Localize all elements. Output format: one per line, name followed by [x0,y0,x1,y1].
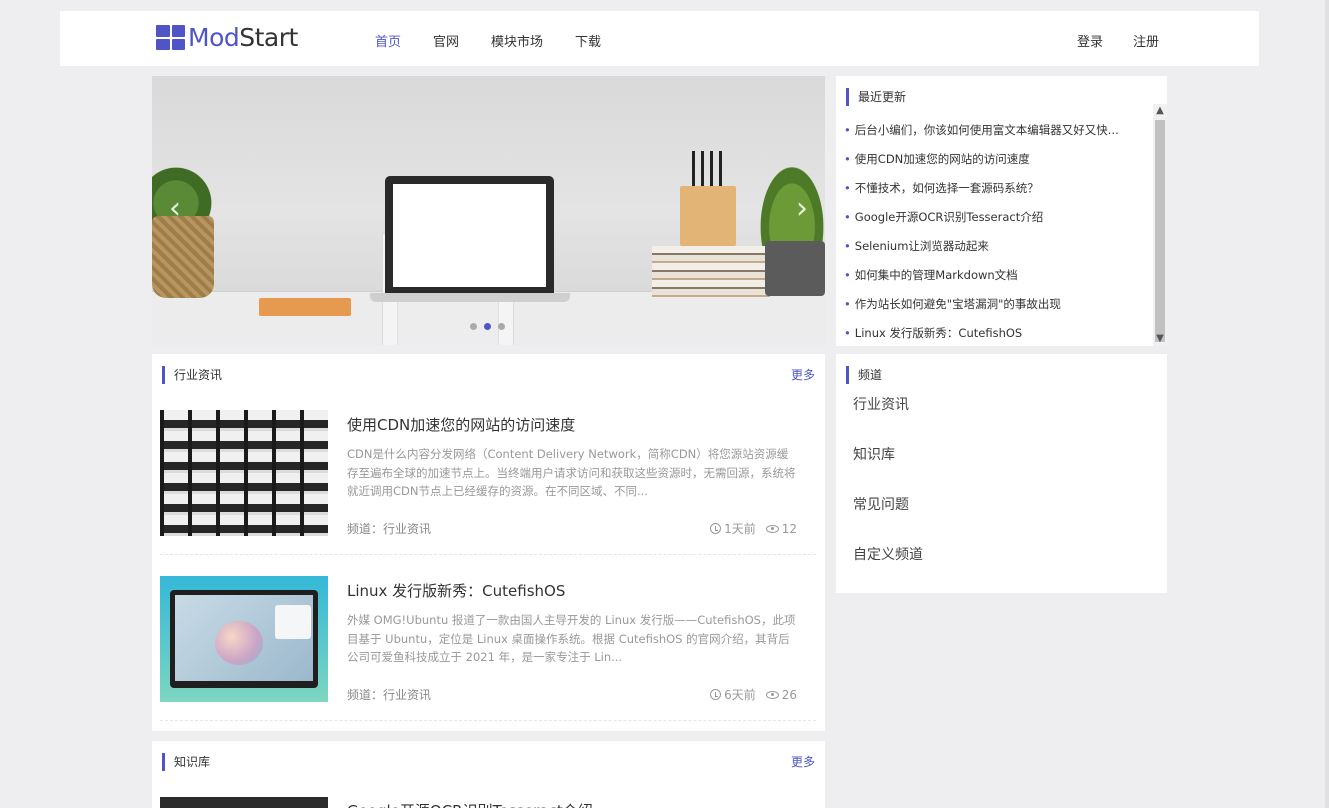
industry-news-panel: 行业资讯 更多 使用CDN加速您的网站的访问速度 CDN是什么内容分发网络（Co… [152,354,825,731]
article-channel-link[interactable]: 行业资讯 [383,522,431,536]
channel-item-faq[interactable]: 常见问题 [853,496,923,546]
eye-icon [765,690,779,699]
article-thumbnail[interactable] [160,410,328,536]
recent-item[interactable]: 使用CDN加速您的网站的访问速度 [844,149,1150,178]
logo-text-mod: Mod [188,23,240,52]
article-channel: 频道：行业资讯 [347,686,431,703]
banner-carousel[interactable]: ‹ › [152,76,825,345]
article-thumbnail[interactable] [160,797,328,808]
slide-notebook [259,298,351,316]
page-scrollbar[interactable] [1325,0,1329,808]
article-title[interactable]: Google开源OCR识别Tesseract介绍 [347,800,593,808]
knowledge-base-panel: 知识库 更多 Google开源OCR识别Tesseract介绍 [152,741,825,808]
article-views: 26 [781,687,797,702]
recent-item[interactable]: 后台小编们，你该如何使用富文本编辑器又好又快... [844,120,1150,149]
knowledge-base-title: 知识库 [162,753,210,771]
logo-text-start: Start [239,23,298,52]
nav-item-official[interactable]: 官网 [433,31,459,50]
scroll-thumb[interactable] [1155,120,1165,342]
slide-basket [152,216,214,298]
article-channel: 频道：行业资讯 [347,520,431,537]
recent-updates-title: 最近更新 [846,88,906,106]
article-channel-label: 频道： [347,688,384,702]
clock-icon [710,523,722,534]
article-time: 6天前 [724,688,756,702]
article-channel-label: 频道： [347,522,384,536]
article-description: CDN是什么内容分发网络（Content Delivery Network，简称… [347,447,796,498]
slide-laptop-base [370,293,570,302]
nav-item-module-market[interactable]: 模块市场 [491,31,543,50]
recent-item[interactable]: Linux 发行版新秀：CutefishOS [844,323,1150,352]
channel-item-custom[interactable]: 自定义频道 [853,546,923,596]
top-header: ModStart 首页 官网 模块市场 下载 登录 注册 [60,11,1259,66]
article-stats: 1天前 12 [710,520,797,537]
nav-item-home[interactable]: 首页 [375,31,401,50]
slide-pen-cup [680,186,736,246]
carousel-dot-2[interactable] [484,323,491,330]
article-stats: 6天前 26 [710,686,797,703]
channel-item-industry-news[interactable]: 行业资讯 [853,396,923,446]
article-channel-link[interactable]: 行业资讯 [383,688,431,702]
recent-item[interactable]: 不懂技术，如何选择一套源码系统？ [844,178,1150,207]
carousel-dots [470,323,505,330]
logo-text: ModStart [188,25,298,50]
site-logo[interactable]: ModStart [156,25,298,50]
carousel-dot-3[interactable] [498,323,505,330]
article-title[interactable]: 使用CDN加速您的网站的访问速度 [347,414,575,435]
article-views: 12 [781,521,797,536]
article-description: 外媒 OMG!Ubuntu 报道了一款由国人主导开发的 Linux 发行版——C… [347,613,796,664]
article-thumbnail[interactable] [160,576,328,702]
recent-item[interactable]: 如何集中的管理Markdown文档 [844,265,1150,294]
nav-item-download[interactable]: 下载 [575,31,601,50]
industry-news-title: 行业资讯 [162,366,222,384]
recent-scrollbar[interactable]: ▲ ▼ [1153,104,1167,346]
eye-icon [765,524,779,533]
carousel-prev-icon[interactable]: ‹ [160,194,190,224]
scroll-down-icon[interactable]: ▼ [1153,332,1167,346]
article-item: 使用CDN加速您的网站的访问速度 CDN是什么内容分发网络（Content De… [160,410,816,555]
auth-links: 登录 注册 [1047,31,1159,50]
slide-books [652,246,770,298]
main-nav: 首页 官网 模块市场 下载 [375,31,633,50]
industry-news-more-link[interactable]: 更多 [791,366,815,383]
article-time: 1天前 [724,522,756,536]
carousel-next-icon[interactable]: › [787,194,817,224]
recent-item[interactable]: Selenium让浏览器动起来 [844,236,1150,265]
carousel-dot-1[interactable] [470,323,477,330]
channel-item-knowledge-base[interactable]: 知识库 [853,446,923,496]
recent-updates-panel: 最近更新 后台小编们，你该如何使用富文本编辑器又好又快... 使用CDN加速您的… [836,76,1167,346]
scroll-up-icon[interactable]: ▲ [1153,104,1167,118]
clock-icon [710,689,722,700]
slide-pens [692,151,722,191]
logo-grid-icon [156,25,185,50]
login-link[interactable]: 登录 [1077,31,1103,50]
recent-item[interactable]: Google开源OCR识别Tesseract介绍 [844,207,1150,236]
register-link[interactable]: 注册 [1133,31,1159,50]
channel-list: 行业资讯 知识库 常见问题 自定义频道 [853,396,923,596]
recent-item[interactable]: 作为站长如何避免"宝塔漏洞"的事故出现 [844,294,1150,323]
article-title[interactable]: Linux 发行版新秀：CutefishOS [347,580,565,601]
channels-title: 频道 [846,366,882,384]
recent-updates-list: 后台小编们，你该如何使用富文本编辑器又好又快... 使用CDN加速您的网站的访问… [844,120,1150,352]
channels-panel: 频道 行业资讯 知识库 常见问题 自定义频道 [836,354,1167,593]
knowledge-base-more-link[interactable]: 更多 [791,753,815,770]
article-item: Linux 发行版新秀：CutefishOS 外媒 OMG!Ubuntu 报道了… [160,576,816,721]
slide-laptop [385,176,554,293]
slide-plant-pot [765,241,825,296]
